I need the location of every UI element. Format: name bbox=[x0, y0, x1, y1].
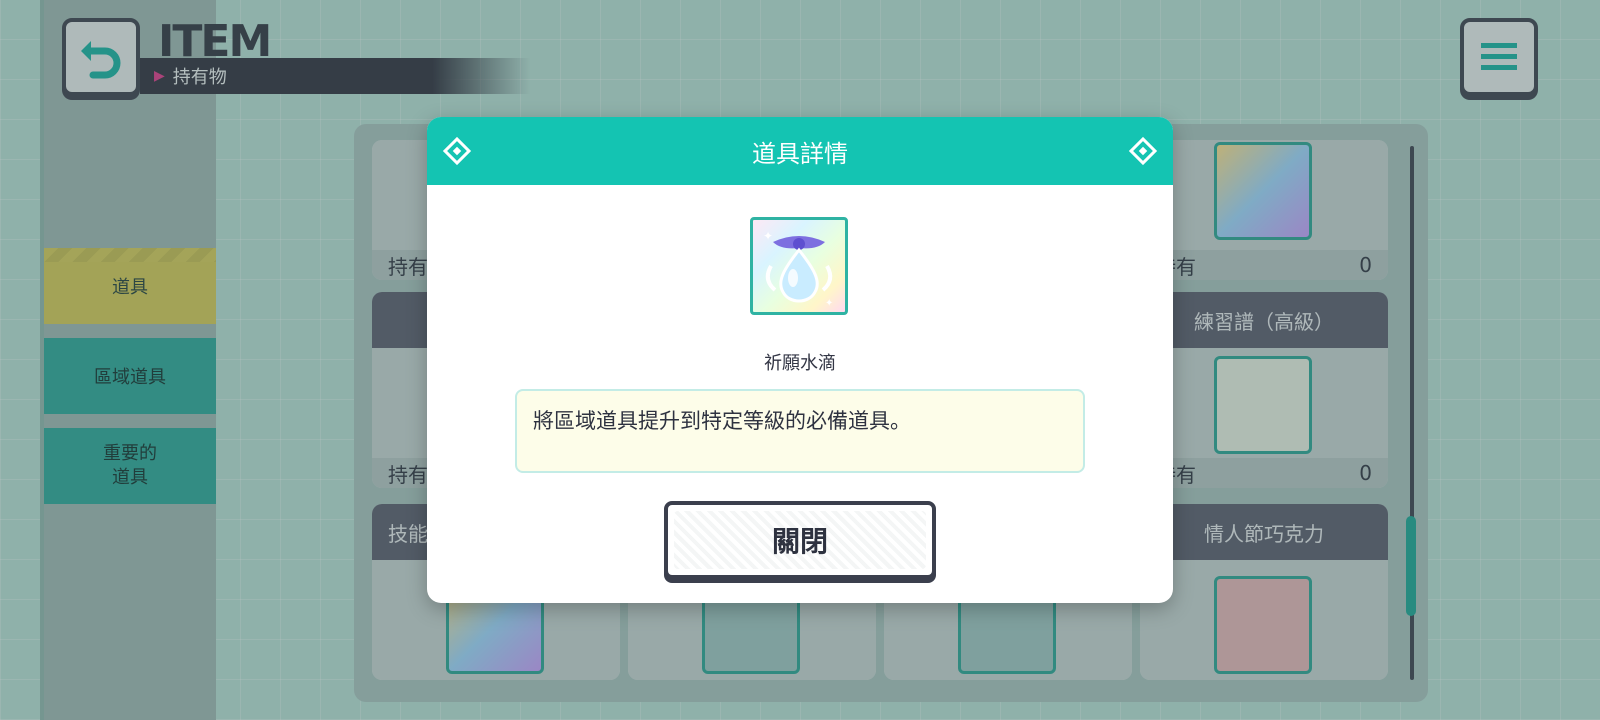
item-name: 祈願水滴 bbox=[764, 353, 836, 374]
water-drop-icon: ✦ ✦ bbox=[763, 229, 833, 309]
item-description: 將區域道具提升到特定等級的必備道具。 bbox=[515, 389, 1085, 473]
item-image: ✦ ✦ bbox=[750, 217, 848, 315]
close-button[interactable]: 關閉 bbox=[664, 501, 936, 579]
item-detail-dialog: 道具詳情 ✦ ✦ 祈願水滴 將區域道具提升到特定等級的必備道具。 關閉 bbox=[427, 117, 1173, 603]
svg-text:✦: ✦ bbox=[825, 298, 833, 309]
dialog-header: 道具詳情 bbox=[427, 117, 1173, 185]
item-description-text: 將區域道具提升到特定等級的必備道具。 bbox=[533, 409, 911, 433]
dialog-title: 道具詳情 bbox=[752, 139, 848, 168]
close-button-label: 關閉 bbox=[771, 525, 828, 558]
svg-text:✦: ✦ bbox=[763, 229, 773, 243]
